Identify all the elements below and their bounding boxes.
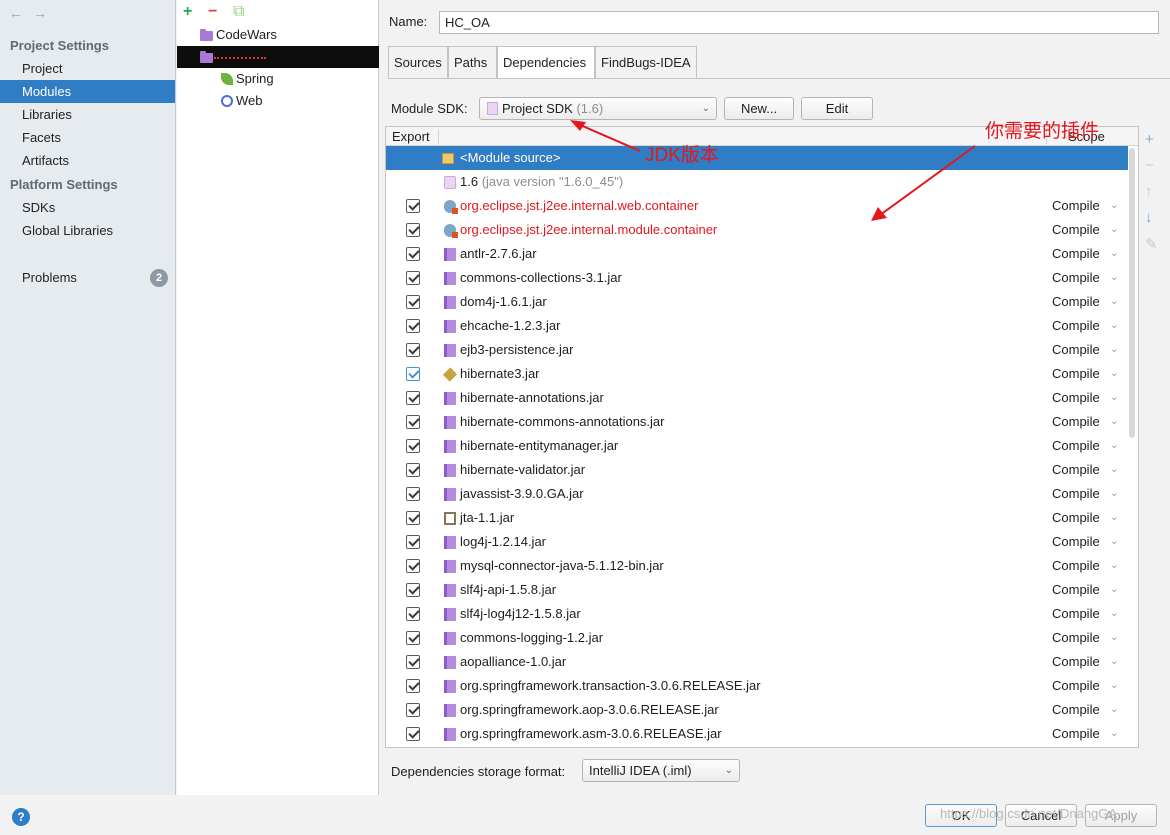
plugins-annotation: 你需要的插件 [985,121,1100,142]
watermark: https://blog.csdn.net/DnangGA [940,806,1118,821]
jdk-arrow [577,123,641,152]
jdk-arrow-head [570,120,586,131]
plugin-arrow-head [871,207,887,221]
help-icon[interactable]: ? [12,808,30,826]
plugin-arrow [879,145,976,216]
jdk-annotation: JDK版本 [645,145,719,166]
